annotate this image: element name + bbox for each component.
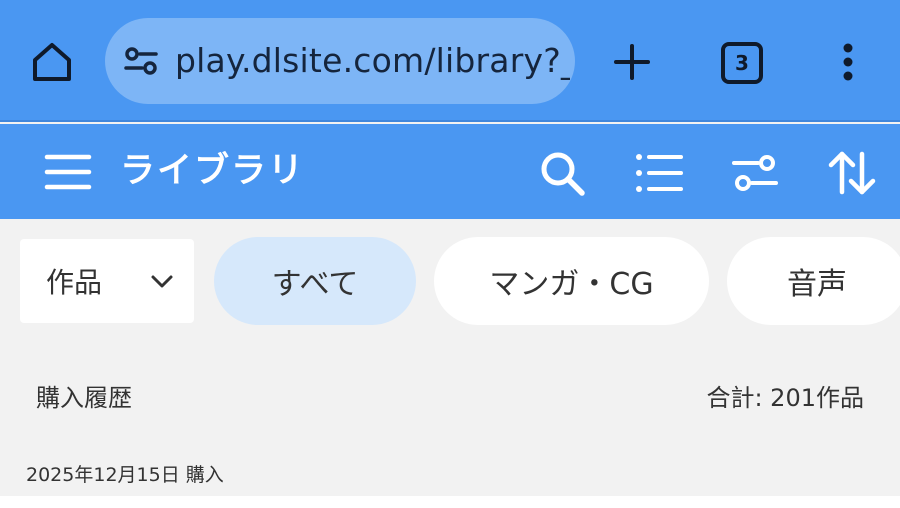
home-button[interactable] — [22, 34, 82, 90]
work-type-dropdown[interactable]: 作品 — [20, 239, 194, 323]
list-item[interactable] — [0, 496, 900, 508]
total-count: 合計: 201作品 — [706, 384, 864, 412]
more-vert-icon[interactable] — [826, 36, 870, 88]
filter-chip-all[interactable]: すべて — [214, 237, 416, 325]
filter-chip-manga-cg[interactable]: マンガ・CG — [434, 237, 709, 325]
chip-label: マンガ・CG — [489, 267, 654, 302]
new-tab-button[interactable] — [606, 36, 658, 88]
list-view-icon[interactable] — [632, 146, 686, 200]
work-type-label: 作品 — [46, 266, 103, 299]
chip-label: 音声 — [787, 267, 847, 302]
section-title: 購入履歴 — [36, 384, 132, 412]
url-text[interactable]: play.dlsite.com/library?_ — [175, 18, 570, 104]
sort-icon[interactable] — [825, 146, 879, 200]
home-icon — [33, 43, 71, 81]
app-header: ライブラリ — [0, 124, 900, 219]
browser-toolbar: play.dlsite.com/library?_ 3 — [0, 0, 900, 122]
tune-icon[interactable] — [123, 43, 159, 79]
menu-icon[interactable] — [40, 148, 96, 196]
chevron-down-icon — [151, 275, 173, 288]
plus-icon — [614, 44, 650, 80]
tab-switcher-icon[interactable]: 3 — [721, 42, 763, 84]
page-title: ライブラリ — [120, 151, 306, 191]
filter-icon[interactable] — [728, 146, 782, 200]
filter-chip-voice[interactable]: 音声 — [727, 237, 900, 325]
chip-label: すべて — [271, 267, 359, 302]
address-bar[interactable]: play.dlsite.com/library?_ — [105, 18, 575, 104]
purchase-date-header: 2025年12月15日 購入 — [26, 464, 224, 486]
search-icon[interactable] — [535, 146, 589, 200]
tab-count: 3 — [735, 51, 749, 75]
